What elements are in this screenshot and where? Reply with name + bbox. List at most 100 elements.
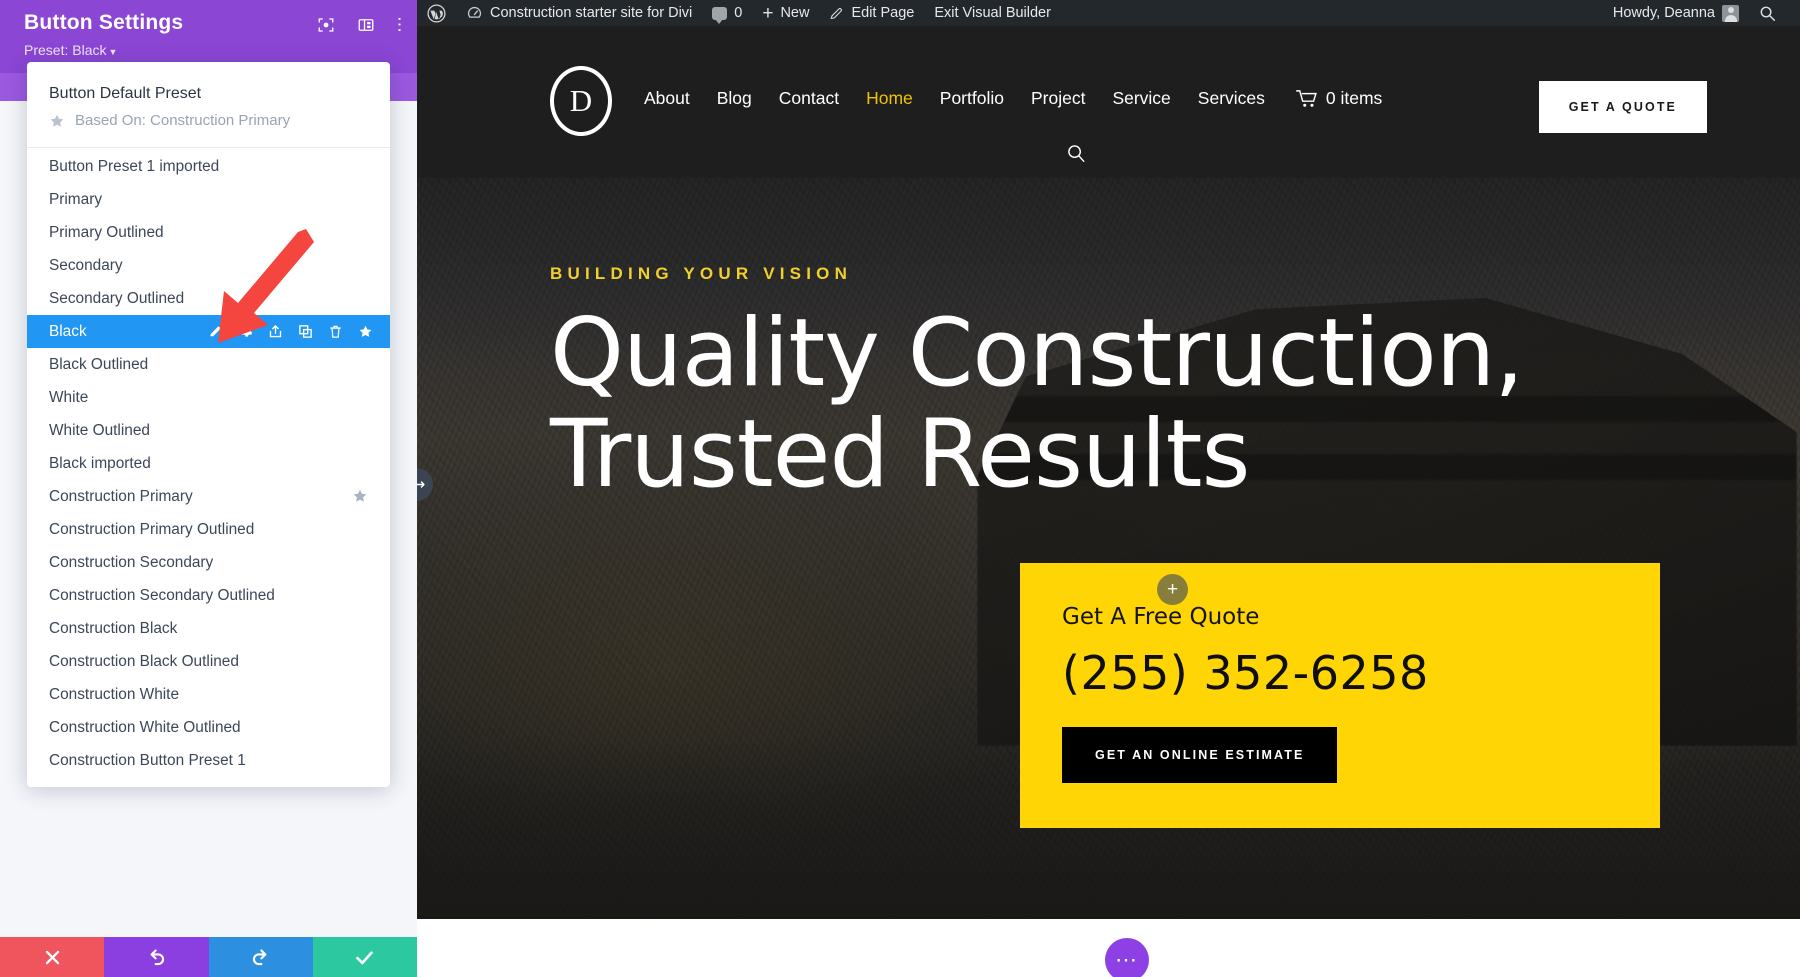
delete-trash-icon[interactable]: [328, 324, 343, 339]
close-x-icon: [45, 950, 59, 964]
preset-list-item[interactable]: Construction Secondary: [27, 546, 390, 579]
wordpress-logo-icon: [427, 3, 446, 23]
layout-columns-icon[interactable]: [357, 16, 375, 34]
site-name-menu[interactable]: Construction starter site for Divi: [456, 0, 702, 26]
free-quote-card: Get A Free Quote (255) 352-6258 GET AN O…: [1020, 563, 1660, 828]
panel-action-bar: [0, 937, 417, 977]
favorite-star-icon[interactable]: [352, 488, 368, 509]
preset-list-item[interactable]: Primary Outlined: [27, 216, 390, 249]
pencil-icon: [830, 7, 843, 19]
based-on-label: Based On: Construction Primary: [75, 112, 291, 129]
site-name-label: Construction starter site for Divi: [490, 5, 693, 21]
nav-item-portfolio[interactable]: Portfolio: [940, 88, 1004, 109]
preset-selector[interactable]: Preset: Black ▼: [24, 42, 396, 58]
gear-settings-icon[interactable]: [238, 324, 253, 339]
comments-count: 0: [734, 5, 743, 21]
redo-button[interactable]: [208, 937, 313, 977]
preset-list-item[interactable]: Black Outlined: [27, 348, 390, 381]
hero-title-line-1: Quality Construction,: [550, 299, 1524, 408]
dashboard-icon: [467, 6, 482, 18]
preset-list-item-label: Primary Outlined: [49, 223, 164, 241]
button-settings-panel: Button Settings Preset: Black ▼ ⋯ Button…: [0, 0, 417, 977]
nav-item-service[interactable]: Service: [1112, 88, 1170, 109]
new-label: New: [780, 5, 810, 21]
preset-list-item[interactable]: Construction Black Outlined: [27, 645, 390, 678]
default-preset-based-on: Based On: Construction Primary: [49, 112, 368, 129]
nav-item-services[interactable]: Services: [1198, 88, 1265, 109]
checkmark-icon: [356, 950, 374, 964]
chevron-down-icon: ▼: [108, 47, 118, 57]
preset-list-item-label: White Outlined: [49, 421, 150, 439]
preset-list-item[interactable]: Button Preset 1 imported: [27, 150, 390, 183]
free-quote-label: Get A Free Quote: [1062, 604, 1260, 630]
preset-row-actions: [208, 315, 373, 348]
preset-list-item[interactable]: Construction White Outlined: [27, 711, 390, 744]
nav-item-contact[interactable]: Contact: [779, 88, 839, 109]
preset-list-item[interactable]: Construction Black: [27, 612, 390, 645]
star-icon: [50, 114, 64, 127]
comment-bubble-icon: [712, 6, 728, 24]
focus-target-icon[interactable]: [317, 16, 335, 34]
preset-list-item[interactable]: White Outlined: [27, 414, 390, 447]
divider: [27, 147, 390, 148]
preset-list-item-label: Construction White: [49, 685, 180, 703]
account-menu[interactable]: Howdy, Deanna: [1603, 0, 1749, 26]
search-icon[interactable]: [1067, 144, 1086, 163]
save-button[interactable]: [312, 937, 417, 977]
preset-list-item[interactable]: Secondary Outlined: [27, 282, 390, 315]
preset-list-item-label: White: [49, 388, 89, 406]
online-estimate-button[interactable]: GET AN ONLINE ESTIMATE: [1062, 727, 1338, 783]
cancel-button[interactable]: [0, 937, 105, 977]
howdy-label: Howdy, Deanna: [1612, 5, 1715, 21]
nav-item-about[interactable]: About: [644, 88, 690, 109]
preset-list-item[interactable]: Primary: [27, 183, 390, 216]
duplicate-icon[interactable]: [298, 324, 313, 339]
preset-list-item-label: Construction Black: [49, 619, 178, 637]
preset-list-item[interactable]: Construction Secondary Outlined: [27, 579, 390, 612]
preset-list-item-label: Construction White Outlined: [49, 718, 241, 736]
vertical-ellipsis-icon[interactable]: ⋯: [390, 16, 409, 34]
get-a-quote-button[interactable]: GET A QUOTE: [1538, 81, 1707, 133]
exit-visual-builder-link[interactable]: Exit Visual Builder: [924, 0, 1061, 26]
site-logo[interactable]: D: [550, 66, 612, 136]
preset-list-item[interactable]: Black: [27, 315, 390, 348]
preset-list-item[interactable]: Secondary: [27, 249, 390, 282]
plus-icon: +: [762, 2, 774, 24]
site-nav: About Blog Contact Home Portfolio Projec…: [644, 88, 1382, 109]
rename-pencil-icon[interactable]: [208, 324, 223, 339]
favorite-star-icon[interactable]: [358, 324, 373, 339]
preset-list-item-label: Construction Button Preset 1: [49, 751, 246, 769]
free-quote-phone: (255) 352-6258: [1062, 646, 1429, 700]
hero-title: Quality Construction, Trusted Results: [550, 299, 1670, 509]
undo-button[interactable]: [104, 937, 209, 977]
redo-arrow-icon: [253, 948, 267, 965]
nav-item-blog[interactable]: Blog: [717, 88, 752, 109]
preset-list-item[interactable]: Construction Primary Outlined: [27, 513, 390, 546]
preset-list-item[interactable]: Construction White: [27, 678, 390, 711]
edit-page-link[interactable]: Edit Page: [819, 0, 924, 26]
export-icon[interactable]: [268, 324, 283, 339]
preset-list-item[interactable]: Construction Button Preset 1: [27, 744, 390, 777]
nav-item-project[interactable]: Project: [1031, 88, 1085, 109]
nav-item-home[interactable]: Home: [866, 88, 913, 109]
hero-title-line-2: Trusted Results: [550, 399, 1250, 509]
section-settings-ellipsis-icon[interactable]: ⋯: [1105, 938, 1149, 977]
shopping-cart-icon: [1296, 89, 1317, 107]
preset-list-item[interactable]: Construction Primary: [27, 480, 390, 513]
default-preset-block[interactable]: Button Default Preset Based On: Construc…: [27, 78, 390, 133]
cart-link[interactable]: 0 items: [1296, 88, 1382, 109]
wp-logo-menu[interactable]: [417, 0, 456, 26]
preset-selector-label: Preset: Black: [24, 42, 107, 58]
comments-menu[interactable]: 0: [702, 0, 752, 26]
preset-list-item[interactable]: White: [27, 381, 390, 414]
preset-list-item-label: Construction Secondary: [49, 553, 214, 571]
preset-list-item-label: Construction Primary: [49, 487, 193, 505]
search-icon: [1760, 6, 1776, 21]
preset-list-item[interactable]: Black imported: [27, 447, 390, 480]
site-header: D About Blog Contact Home Portfolio Proj…: [417, 26, 1800, 178]
admin-search-button[interactable]: [1749, 0, 1786, 26]
add-module-icon[interactable]: +: [1157, 574, 1188, 605]
new-content-menu[interactable]: + New: [752, 0, 819, 26]
preset-list-item-label: Primary: [49, 190, 103, 208]
undo-arrow-icon: [150, 948, 164, 965]
